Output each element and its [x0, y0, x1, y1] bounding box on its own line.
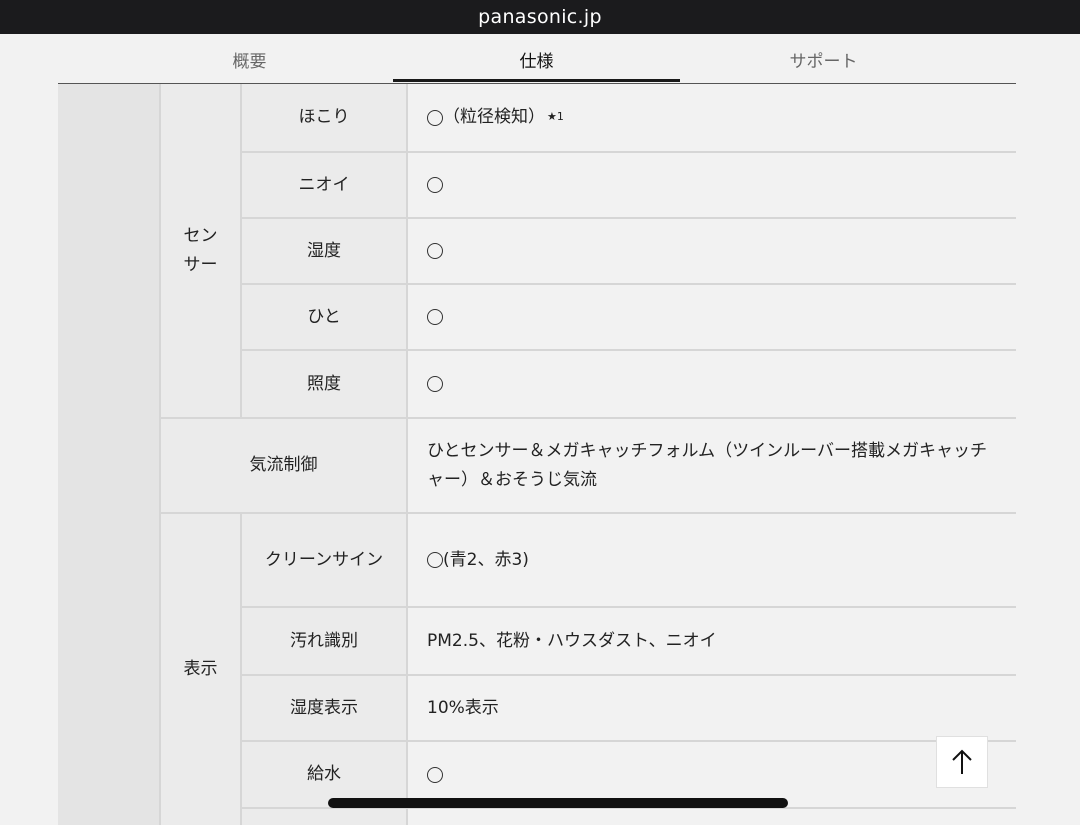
airflow-value: ひとセンサー＆メガキャッチフォルム（ツインルーバー搭載メガキャッチャー）＆おそう…: [408, 419, 1016, 512]
circle-mark-icon: [427, 243, 443, 259]
sensor-group-label: センサー: [161, 84, 240, 417]
spec-item-label: クリーンサイン: [242, 514, 406, 606]
grid-line: [242, 349, 1016, 351]
tab-support[interactable]: サポート: [680, 34, 967, 84]
grid-line: [240, 514, 242, 825]
spec-item-label: ニオイ: [242, 153, 406, 217]
grid-line: [242, 217, 1016, 219]
grid-line: [242, 674, 1016, 676]
spec-value: (青2、赤3): [408, 514, 1016, 606]
spec-value: 10%表示: [408, 676, 1016, 740]
circle-mark-icon: [427, 177, 443, 193]
circle-mark-icon: [427, 376, 443, 392]
arrow-up-icon: [952, 749, 972, 774]
spec-value: [408, 809, 1016, 825]
grid-line: [159, 84, 161, 825]
spec-value: [408, 153, 1016, 217]
spec-item-label: ひと: [242, 285, 406, 349]
spec-item-label: 照度: [242, 351, 406, 417]
spec-item-label: [242, 809, 406, 825]
spec-category-column: [58, 84, 159, 825]
grid-line: [242, 606, 1016, 608]
grid-line: [406, 84, 408, 825]
grid-line: [240, 84, 242, 417]
tab-specs[interactable]: 仕様: [393, 34, 680, 84]
circle-mark-icon: [427, 766, 443, 783]
spec-value: （粒径検知） ★1: [408, 84, 1016, 151]
back-to-top-button[interactable]: [936, 736, 988, 788]
home-indicator: [328, 798, 788, 808]
footnote-marker: ★1: [547, 110, 564, 124]
spec-item-label: 湿度表示: [242, 676, 406, 740]
spec-value: PM2.5、花粉・ハウスダスト、ニオイ: [408, 608, 1016, 674]
grid-line: [242, 151, 1016, 153]
circle-mark-icon: [427, 109, 443, 126]
display-group-label: 表示: [161, 514, 240, 825]
tab-bar: 概要 仕様 サポート: [0, 34, 1080, 84]
spec-value: [408, 351, 1016, 417]
spec-table: センサー ほこり （粒径検知） ★1 ニオイ 湿度 ひと 照度 気流制御 ひとセ…: [0, 84, 1080, 825]
browser-url-bar[interactable]: panasonic.jp: [0, 0, 1080, 34]
circle-mark-icon: [427, 309, 443, 325]
tab-overview[interactable]: 概要: [106, 34, 393, 84]
circle-mark-icon: [427, 552, 443, 568]
spec-value: [408, 219, 1016, 283]
grid-line: [161, 512, 1016, 514]
grid-line: [242, 283, 1016, 285]
airflow-label: 気流制御: [161, 419, 406, 512]
grid-line: [161, 417, 1016, 419]
grid-line: [242, 740, 1016, 742]
url-text: panasonic.jp: [478, 6, 602, 28]
spec-item-label: ほこり: [242, 84, 406, 151]
spec-item-label: 汚れ識別: [242, 608, 406, 674]
active-tab-indicator: [393, 79, 680, 82]
spec-value: [408, 285, 1016, 349]
spec-item-label: 湿度: [242, 219, 406, 283]
